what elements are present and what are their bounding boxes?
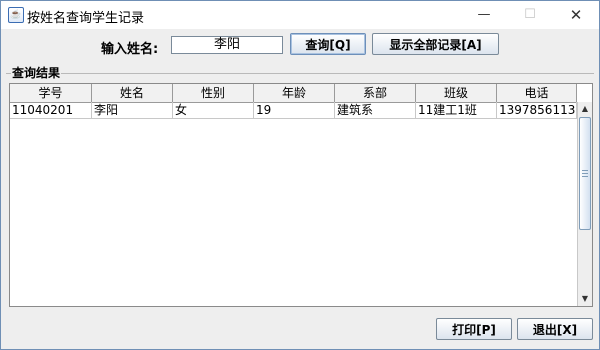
column-header-gender[interactable]: 性别 [173, 84, 254, 102]
column-header-age[interactable]: 年龄 [254, 84, 335, 102]
title-bar[interactable]: ☕ 按姓名查询学生记录 — ☐ ✕ [1, 1, 599, 29]
scroll-up-arrow-icon[interactable]: ▲ [578, 102, 592, 116]
column-header-department[interactable]: 系部 [335, 84, 416, 102]
java-app-icon: ☕ [8, 7, 24, 23]
minimize-button[interactable]: — [461, 1, 507, 29]
vertical-scrollbar[interactable]: ▲ ▼ [577, 102, 592, 306]
window-title: 按姓名查询学生记录 [27, 11, 145, 26]
cell-name[interactable]: 李阳 [92, 102, 173, 118]
column-header-phone[interactable]: 电话 [497, 84, 577, 102]
cell-student-id[interactable]: 11040201 [10, 102, 92, 118]
table-header: 学号 姓名 性别 年龄 系部 班级 电话 [10, 84, 577, 103]
table-row[interactable]: 11040201 李阳 女 19 建筑系 11建工1班 13978561130 [10, 102, 577, 119]
cell-department[interactable]: 建筑系 [335, 102, 416, 118]
cell-age[interactable]: 19 [254, 102, 335, 118]
cell-phone[interactable]: 13978561130 [497, 102, 577, 118]
column-header-name[interactable]: 姓名 [92, 84, 173, 102]
exit-button[interactable]: 退出[X] [517, 318, 593, 340]
scroll-down-arrow-icon[interactable]: ▼ [578, 292, 592, 306]
name-input[interactable]: 李阳 [171, 36, 283, 54]
cell-gender[interactable]: 女 [173, 102, 254, 118]
query-button[interactable]: 查询[Q] [290, 33, 366, 55]
close-button[interactable]: ✕ [553, 1, 599, 29]
thumb-grip-line [582, 176, 588, 177]
thumb-grip-line [582, 170, 588, 171]
cell-class[interactable]: 11建工1班 [416, 102, 497, 118]
scrollbar-thumb[interactable] [579, 117, 591, 230]
thumb-grip-line [582, 173, 588, 174]
name-label: 输入姓名: [101, 42, 159, 57]
query-window: ☕ 按姓名查询学生记录 — ☐ ✕ 输入姓名: 李阳 查询[Q] 显示全部记录[… [0, 0, 600, 350]
maximize-button[interactable]: ☐ [507, 1, 553, 29]
show-all-button[interactable]: 显示全部记录[A] [372, 33, 499, 55]
column-header-class[interactable]: 班级 [416, 84, 497, 102]
results-title: 查询结果 [11, 64, 62, 81]
column-header-student-id[interactable]: 学号 [10, 84, 92, 102]
print-button[interactable]: 打印[P] [436, 318, 512, 340]
results-table[interactable]: 学号 姓名 性别 年龄 系部 班级 电话 11040201 李阳 女 19 建筑… [9, 83, 593, 307]
